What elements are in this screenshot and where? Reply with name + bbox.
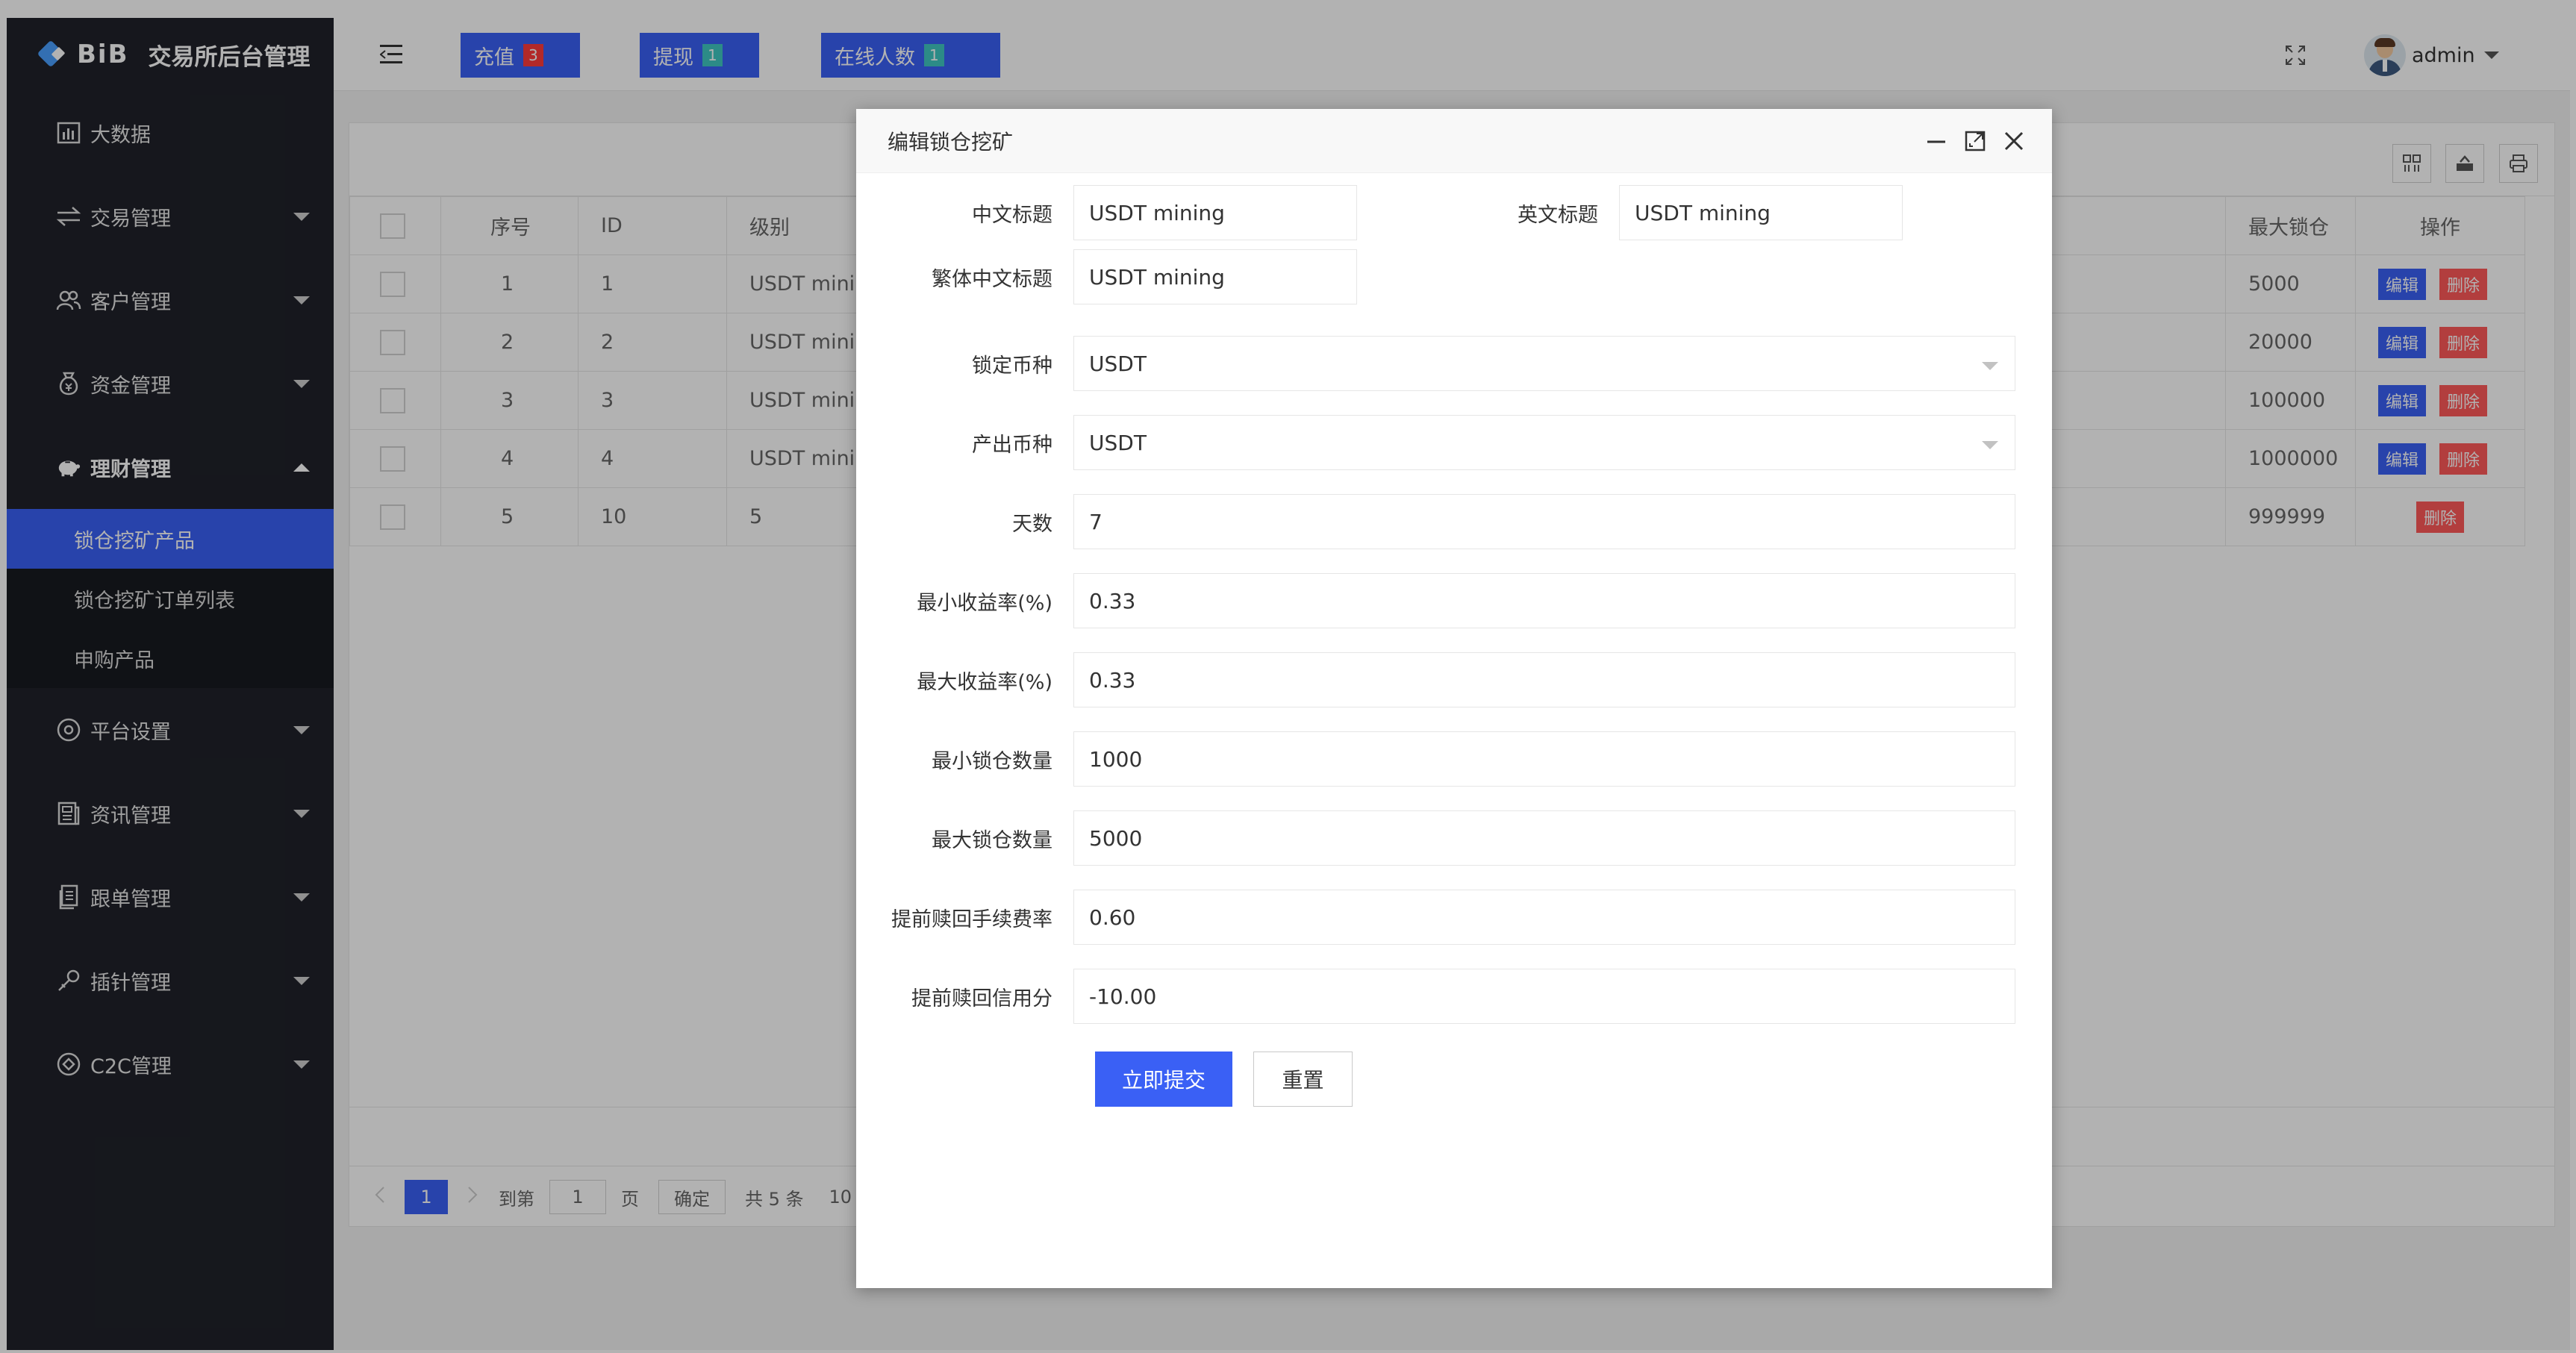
- dialog-title: 编辑锁仓挖矿: [888, 129, 1014, 154]
- min-rate-input[interactable]: 0.33: [1073, 573, 2015, 628]
- field-row: 提前赎回信用分 -10.00: [856, 969, 2015, 1024]
- early-fee-label: 提前赎回手续费率: [891, 907, 1052, 931]
- field-row: 英文标题 USDT mining: [1402, 185, 1903, 240]
- field-row: 天数 7: [856, 494, 2015, 549]
- field-row: 中文标题 USDT mining: [856, 185, 1357, 240]
- early-fee-input[interactable]: 0.60: [1073, 890, 2015, 945]
- reset-button[interactable]: 重置: [1253, 1052, 1353, 1107]
- close-icon[interactable]: [2003, 130, 2025, 152]
- min-lock-label: 最小锁仓数量: [932, 749, 1052, 773]
- field-row: 繁体中文标题 USDT mining: [856, 249, 1357, 304]
- cn-title-input[interactable]: USDT mining: [1073, 185, 1357, 240]
- en-title-label: 英文标题: [1518, 203, 1598, 227]
- en-title-input[interactable]: USDT mining: [1619, 185, 1903, 240]
- dialog-title-bar: 编辑锁仓挖矿: [856, 109, 2052, 173]
- chevron-down-icon: [1982, 441, 1998, 449]
- lock-coin-select[interactable]: USDT: [1073, 336, 2015, 391]
- tw-title-input[interactable]: USDT mining: [1073, 249, 1357, 304]
- days-label: 天数: [1012, 512, 1052, 536]
- field-row: 最小锁仓数量 1000: [856, 731, 2015, 787]
- minimize-icon[interactable]: [1925, 130, 1947, 152]
- days-input[interactable]: 7: [1073, 494, 2015, 549]
- field-row: 最小收益率(%) 0.33: [856, 573, 2015, 628]
- max-lock-label: 最大锁仓数量: [932, 828, 1052, 852]
- field-row: 最大收益率(%) 0.33: [856, 652, 2015, 707]
- max-lock-input[interactable]: 5000: [1073, 810, 2015, 866]
- early-credit-label: 提前赎回信用分: [911, 987, 1052, 1010]
- field-row: 锁定币种 USDT: [856, 336, 2015, 391]
- maximize-icon[interactable]: [1964, 130, 1986, 152]
- submit-button[interactable]: 立即提交: [1095, 1052, 1232, 1107]
- chevron-down-icon: [1982, 362, 1998, 370]
- tw-title-label: 繁体中文标题: [932, 267, 1052, 291]
- edit-dialog: 编辑锁仓挖矿 中文标题 USDT mining 英文标题 USDT mining…: [856, 109, 2052, 1288]
- out-coin-label: 产出币种: [972, 433, 1052, 457]
- lock-coin-value: USDT: [1089, 351, 1147, 376]
- min-rate-label: 最小收益率(%): [917, 591, 1052, 615]
- min-lock-input[interactable]: 1000: [1073, 731, 2015, 787]
- field-row: 提前赎回手续费率 0.60: [856, 890, 2015, 945]
- max-rate-label: 最大收益率(%): [917, 670, 1052, 694]
- max-rate-input[interactable]: 0.33: [1073, 652, 2015, 707]
- field-row: 产出币种 USDT: [856, 415, 2015, 470]
- out-coin-select[interactable]: USDT: [1073, 415, 2015, 470]
- early-credit-input[interactable]: -10.00: [1073, 969, 2015, 1024]
- cn-title-label: 中文标题: [972, 203, 1052, 227]
- out-coin-value: USDT: [1089, 430, 1147, 455]
- lock-coin-label: 锁定币种: [972, 354, 1052, 378]
- field-row: 最大锁仓数量 5000: [856, 810, 2015, 866]
